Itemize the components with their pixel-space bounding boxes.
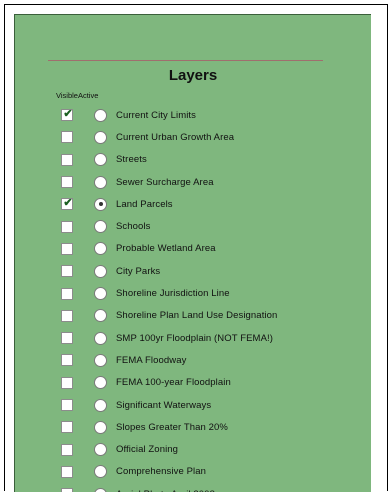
layer-active-radio[interactable]: [94, 309, 107, 323]
layer-label: Comprehensive Plan: [116, 466, 206, 478]
layer-label: Schools: [116, 221, 151, 233]
layer-visible-checkbox[interactable]: [61, 153, 73, 166]
layer-active-radio[interactable]: [94, 420, 107, 434]
layer-active-radio[interactable]: [94, 153, 107, 167]
layer-active-radio[interactable]: [94, 287, 107, 301]
layer-visible-checkbox[interactable]: [61, 421, 73, 434]
panel-title: Layers: [168, 67, 218, 84]
active-column-header: Active: [77, 91, 99, 100]
column-headers: VisibleActive: [56, 91, 98, 100]
layer-row: FEMA 100-year Floodplain: [61, 372, 371, 394]
layer-active-radio[interactable]: [94, 264, 107, 278]
scrollbar-gutter[interactable]: [370, 14, 377, 491]
layer-row: ✔ Land Parcels: [61, 193, 371, 215]
layer-row: Sewer Surcharge Area: [61, 171, 371, 193]
layer-active-radio[interactable]: [94, 376, 107, 390]
layer-row: Shoreline Plan Land Use Designation: [61, 305, 371, 327]
layer-visible-checkbox[interactable]: [61, 265, 73, 278]
layer-list: ✔ Current City Limits Current Urban Growth…: [61, 104, 371, 492]
layer-label: Official Zoning: [116, 444, 179, 456]
layer-active-radio[interactable]: [94, 465, 107, 479]
layer-label: Probable Wetland Area: [116, 243, 216, 255]
layer-visible-checkbox[interactable]: [61, 354, 73, 367]
layer-visible-checkbox[interactable]: [61, 176, 73, 189]
layer-label: SMP 100yr Floodplain (NOT FEMA!): [116, 332, 274, 344]
layer-label: Shoreline Jurisdiction Line: [116, 288, 230, 300]
panel-header-band: [15, 15, 371, 46]
layer-label: City Parks: [116, 265, 161, 277]
layer-row: Schools: [61, 215, 371, 237]
layer-active-radio[interactable]: [94, 331, 107, 345]
layer-row: Probable Wetland Area: [61, 238, 371, 260]
layer-visible-checkbox[interactable]: [61, 242, 73, 255]
layer-active-radio[interactable]: [94, 130, 107, 144]
layer-label: Slopes Greater Than 20%: [116, 421, 228, 433]
layer-row: Streets: [61, 149, 371, 171]
visible-column-header: Visible: [56, 91, 78, 100]
layer-label: Significant Waterways: [116, 399, 212, 411]
layer-active-radio[interactable]: [94, 487, 107, 492]
layer-row: SMP 100yr Floodplain (NOT FEMA!): [61, 327, 371, 349]
layer-row: Official Zoning: [61, 438, 371, 460]
layer-visible-checkbox[interactable]: [61, 309, 73, 322]
layer-label: FEMA Floodway: [116, 354, 187, 366]
layer-label: Shoreline Plan Land Use Designation: [116, 310, 278, 322]
layer-row: City Parks: [61, 260, 371, 282]
layer-label: Streets: [116, 154, 147, 166]
layer-row: Comprehensive Plan: [61, 461, 371, 483]
layer-row: Shoreline Jurisdiction Line: [61, 282, 371, 304]
layer-visible-checkbox[interactable]: [61, 287, 73, 300]
layer-visible-checkbox[interactable]: [61, 443, 73, 456]
layer-visible-checkbox[interactable]: [61, 332, 73, 345]
layer-visible-checkbox[interactable]: ✔: [61, 108, 73, 122]
checkmark-icon: ✔: [63, 108, 73, 121]
layer-label: Current Urban Growth Area: [116, 131, 235, 143]
layer-row: Slopes Greater Than 20%: [61, 416, 371, 438]
layer-active-radio[interactable]: [94, 443, 107, 457]
layer-row: Current Urban Growth Area: [61, 126, 371, 148]
layer-visible-checkbox[interactable]: [61, 131, 73, 144]
layer-visible-checkbox[interactable]: [61, 465, 73, 478]
layer-active-radio[interactable]: [94, 220, 107, 234]
layer-visible-checkbox[interactable]: ✔: [61, 197, 73, 211]
layer-visible-checkbox[interactable]: [61, 220, 73, 233]
checkmark-icon: ✔: [63, 197, 73, 210]
layer-active-radio[interactable]: [94, 197, 107, 211]
layer-label: Land Parcels: [116, 198, 173, 210]
layers-panel: Layers VisibleActive ✔ Current City Limit…: [14, 14, 371, 492]
layer-active-radio[interactable]: [94, 398, 107, 412]
layer-label: Current City Limits: [116, 109, 197, 121]
layer-visible-checkbox[interactable]: [61, 488, 73, 492]
title-divider: [48, 60, 323, 61]
layer-visible-checkbox[interactable]: [61, 376, 73, 389]
layer-active-radio[interactable]: [94, 353, 107, 367]
layer-active-radio[interactable]: [94, 108, 107, 122]
layer-row: FEMA Floodway: [61, 349, 371, 371]
layer-row: ✔ Current City Limits: [61, 104, 371, 126]
layer-label: Sewer Surcharge Area: [116, 176, 214, 188]
layer-active-radio[interactable]: [94, 175, 107, 189]
layer-active-radio[interactable]: [94, 242, 107, 256]
layer-label: FEMA 100-year Floodplain: [116, 377, 231, 389]
layer-visible-checkbox[interactable]: [61, 399, 73, 411]
radio-selected-dot-icon: [98, 202, 103, 207]
layer-row: Significant Waterways: [61, 394, 371, 416]
